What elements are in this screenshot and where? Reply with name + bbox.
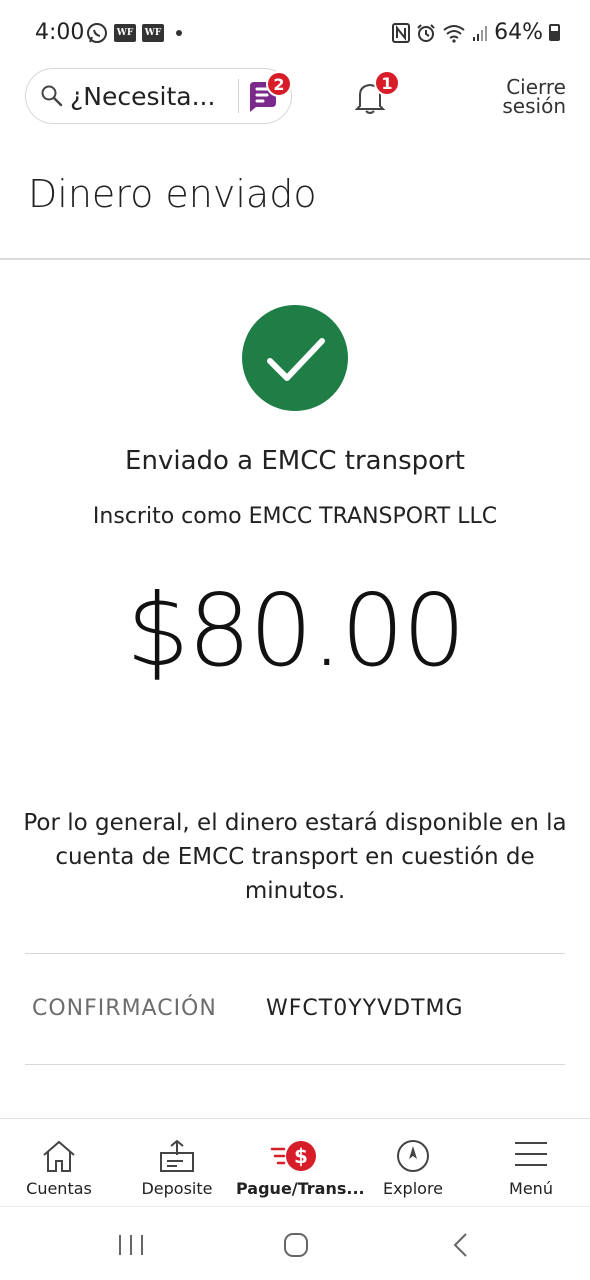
recent-apps-icon[interactable]	[117, 1233, 145, 1257]
search-placeholder[interactable]: ¿Necesita...	[70, 82, 230, 111]
enrolled-as-text: Inscrito como EMCC TRANSPORT LLC	[92, 504, 498, 529]
nav-pay-transfer[interactable]: $ Pague/Trans...	[236, 1119, 365, 1207]
divider	[25, 953, 565, 954]
search-divider	[238, 79, 239, 113]
house-icon	[43, 1140, 75, 1172]
nav-deposit[interactable]: Deposite	[118, 1119, 236, 1207]
nav-explore-label: Explore	[382, 1179, 444, 1198]
back-icon[interactable]	[452, 1232, 470, 1258]
nav-accounts[interactable]: Cuentas	[0, 1119, 118, 1207]
battery-icon	[549, 24, 560, 41]
signal-icon	[473, 25, 488, 41]
nav-deposit-label: Deposite	[141, 1179, 213, 1198]
menu-icon	[515, 1142, 547, 1166]
amount-sent: $80.00	[126, 572, 466, 689]
logout-button[interactable]: Cierre sesión	[502, 77, 566, 118]
page-title: Dinero enviado	[28, 172, 317, 216]
notifications-badge: 1	[374, 70, 400, 96]
status-right: 64%	[392, 20, 560, 45]
header-divider	[0, 258, 590, 260]
nav-accounts-label: Cuentas	[26, 1179, 92, 1198]
nav-explore[interactable]: Explore	[354, 1119, 472, 1207]
sent-to-text: Enviado a EMCC transport	[125, 446, 465, 476]
system-navigation-bar	[0, 1206, 590, 1280]
status-notification-icons: WF WF	[86, 22, 182, 44]
fargo-badge: 2	[266, 71, 292, 97]
confirmation-label: CONFIRMACIÓN	[32, 996, 217, 1021]
nav-menu[interactable]: Menú	[472, 1119, 590, 1207]
pay-transfer-icon: $	[270, 1141, 316, 1171]
status-time: 4:00	[35, 20, 85, 45]
wifi-icon	[443, 24, 465, 43]
divider	[25, 1064, 565, 1065]
deposit-icon	[160, 1139, 194, 1172]
wf-app-icon: WF	[142, 24, 164, 42]
svg-text:$: $	[294, 1144, 308, 1168]
compass-icon	[397, 1140, 429, 1172]
availability-info: Por lo general, el dinero estará disponi…	[23, 810, 567, 904]
search-icon	[41, 85, 63, 107]
bottom-nav: Cuentas Deposite $ Pague/Trans... Explor…	[0, 1118, 590, 1206]
nav-pay-transfer-label: Pague/Trans...	[236, 1179, 365, 1198]
whatsapp-icon	[87, 23, 107, 43]
nfc-icon	[392, 22, 411, 43]
home-icon[interactable]	[283, 1232, 309, 1258]
more-notifications-dot-icon	[176, 30, 182, 36]
status-bar: 4:00 WF WF 64%	[0, 0, 590, 66]
wf-app-icon: WF	[114, 24, 136, 42]
confirmation-number: WFCT0YYVDTMG	[266, 996, 464, 1021]
success-check-icon	[242, 305, 348, 411]
logout-label-line2: sesión	[502, 94, 566, 118]
alarm-icon	[417, 23, 435, 42]
battery-percent: 64%	[494, 20, 543, 45]
nav-menu-label: Menú	[509, 1179, 553, 1198]
